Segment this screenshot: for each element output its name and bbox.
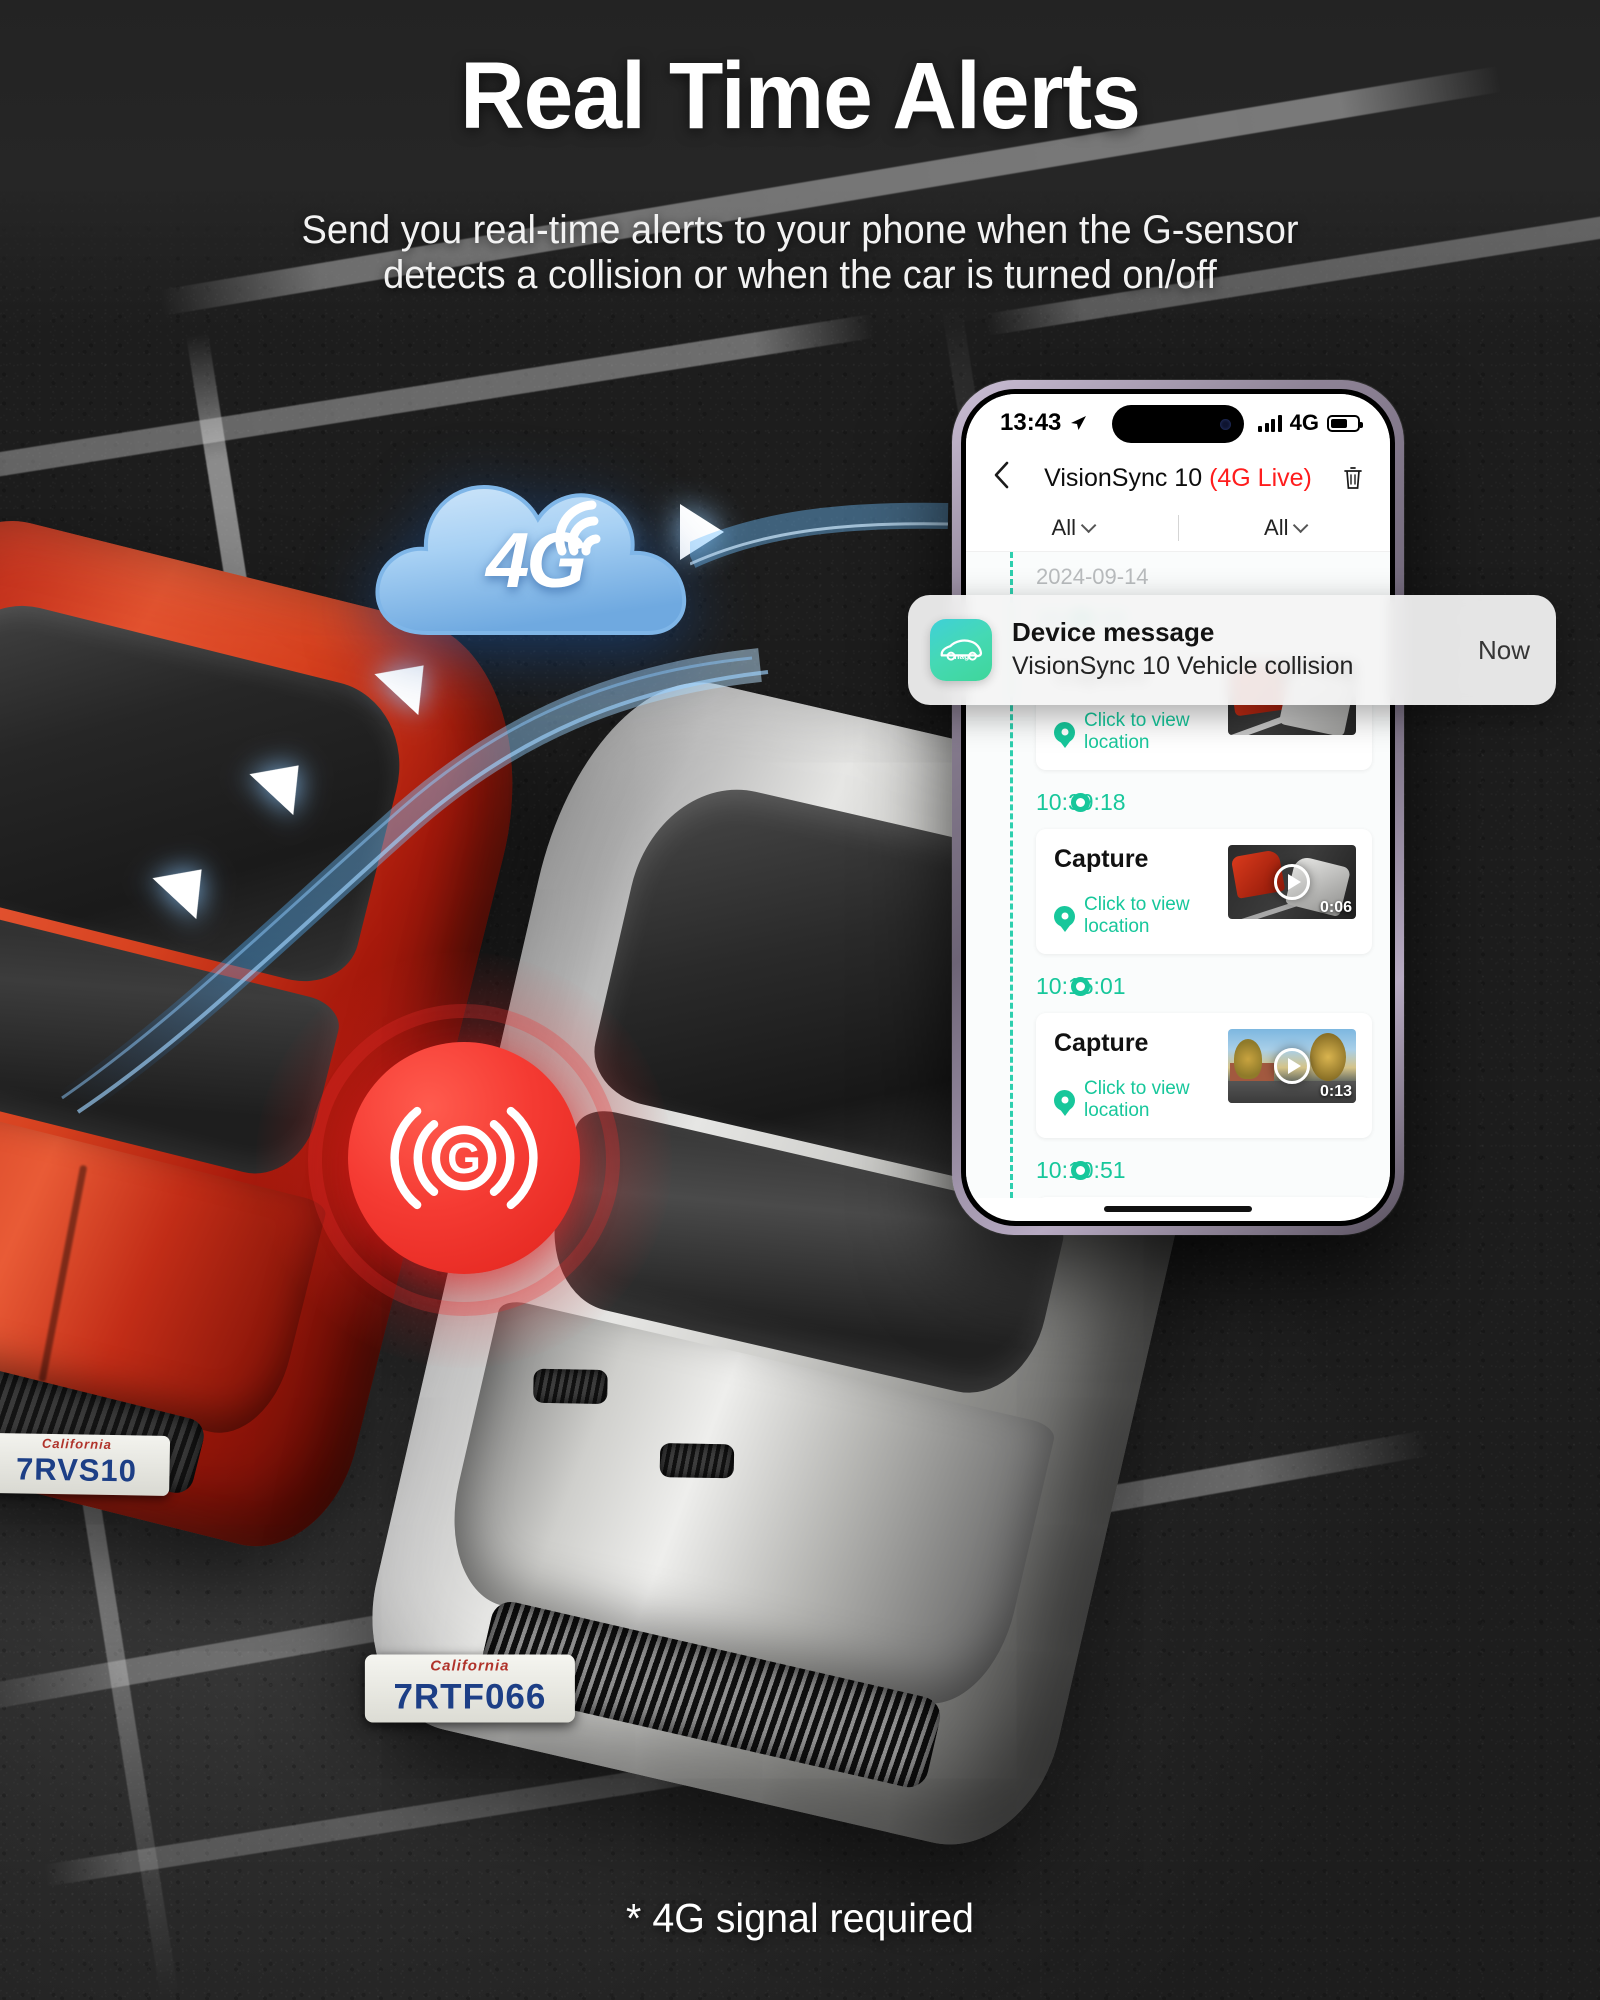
status-bar-left: 13:43 bbox=[1000, 409, 1088, 437]
play-button-icon[interactable] bbox=[1274, 1048, 1310, 1084]
video-duration-label: 0:13 bbox=[1319, 1083, 1352, 1100]
event-card[interactable]: Car ignition Click to view location bbox=[1036, 1197, 1372, 1198]
filter-type-label: All bbox=[1051, 514, 1076, 540]
wifi-signal-icon bbox=[555, 500, 601, 556]
event-type-label: Capture bbox=[1054, 845, 1149, 873]
location-pin-icon bbox=[1054, 721, 1075, 743]
svg-text:nag: nag bbox=[954, 651, 969, 661]
cellular-bars-icon bbox=[1258, 414, 1282, 432]
timeline-entry: 10:39:18 Capture Click to view location bbox=[966, 780, 1390, 954]
license-plate-state: California bbox=[430, 1657, 510, 1675]
timeline-timestamp-row: 10:10:51 bbox=[966, 1148, 1390, 1193]
status-bar: 13:43 4G bbox=[966, 394, 1390, 452]
filter-date-label: All bbox=[1264, 514, 1289, 540]
filter-date-dropdown[interactable]: All bbox=[1179, 515, 1391, 541]
silver-car-hood-vent bbox=[659, 1443, 735, 1479]
location-pin-icon bbox=[1054, 905, 1075, 927]
cloud-label: 4G bbox=[485, 516, 587, 604]
event-card[interactable]: Capture Click to view location bbox=[1036, 829, 1372, 954]
page-title-device: VisionSync 10 (4G Live) bbox=[1032, 464, 1324, 493]
subtitle-line-2: detects a collision or when the car is t… bbox=[383, 252, 1217, 297]
location-arrow-icon bbox=[1071, 416, 1087, 430]
silver-car-hood-vent bbox=[533, 1368, 608, 1404]
live-status-badge: (4G Live) bbox=[1209, 463, 1312, 492]
home-indicator bbox=[1104, 1206, 1252, 1212]
license-plate-number: 7RTF066 bbox=[393, 1677, 547, 1717]
page-subtitle: Send you real-time alerts to your phone … bbox=[40, 208, 1560, 298]
svg-text:G: G bbox=[447, 1135, 481, 1183]
toast-title: Device message bbox=[1012, 616, 1215, 647]
view-location-link[interactable]: Click to view location bbox=[1054, 1078, 1228, 1122]
timeline-entry: 10:15:01 Capture Click to view location bbox=[966, 964, 1390, 1138]
phone-bezel: 13:43 4G VisionSync 10 (4G Live) All All… bbox=[961, 389, 1395, 1226]
poster-canvas: Real Time Alerts Send you real-time aler… bbox=[0, 0, 1600, 2000]
timeline-dot-icon bbox=[1071, 1161, 1090, 1180]
red-car-license-plate: California 7RVS10 bbox=[0, 1432, 171, 1497]
location-pin-icon bbox=[1054, 1089, 1075, 1111]
front-camera-icon bbox=[1220, 418, 1231, 430]
toast-message: VisionSync 10 Vehicle collision bbox=[1012, 651, 1354, 680]
push-notification-toast[interactable]: nag Device message VisionSync 10 Vehicle… bbox=[908, 595, 1556, 705]
timeline-timestamp-row: 10:15:01 bbox=[966, 964, 1390, 1009]
event-type-label: Capture bbox=[1054, 1029, 1149, 1057]
battery-icon bbox=[1327, 414, 1363, 432]
event-card[interactable]: Capture Click to view location bbox=[1036, 1013, 1372, 1138]
license-plate-state: California bbox=[41, 1435, 113, 1453]
event-card-body: Capture Click to view location bbox=[1054, 845, 1228, 938]
cloud-4g-graphic: 4G bbox=[370, 455, 700, 655]
thumbnail-tree bbox=[1310, 1033, 1346, 1081]
app-nav-bar: VisionSync 10 (4G Live) bbox=[966, 452, 1390, 504]
play-button-icon[interactable] bbox=[1274, 864, 1310, 900]
g-sensor-badge: G bbox=[256, 952, 672, 1368]
silver-car-license-plate: California 7RTF066 bbox=[364, 1654, 575, 1723]
g-sensor-circle: G bbox=[348, 1042, 580, 1274]
car-glyph-icon: nag bbox=[940, 639, 983, 661]
back-button[interactable] bbox=[992, 460, 1032, 496]
view-location-link[interactable]: Click to view location bbox=[1054, 710, 1228, 754]
timeline-date-header: 2024-09-14 bbox=[1036, 564, 1149, 589]
toast-timestamp: Now bbox=[1477, 634, 1530, 665]
chevron-down-icon bbox=[1080, 517, 1097, 534]
footnote-text: * 4G signal required bbox=[626, 1895, 974, 1941]
phone-mockup: 13:43 4G VisionSync 10 (4G Live) All All… bbox=[952, 380, 1404, 1235]
chevron-left-icon bbox=[994, 461, 1009, 489]
view-location-label: Click to view location bbox=[1084, 1078, 1190, 1121]
page-title: Real Time Alerts bbox=[460, 43, 1141, 149]
timeline-entry: 10:10:51 Car ignition Click to view loca… bbox=[966, 1148, 1390, 1198]
device-name: VisionSync 10 bbox=[1044, 463, 1203, 492]
thumbnail-tree bbox=[1234, 1039, 1262, 1079]
view-location-label: Click to view location bbox=[1084, 710, 1190, 753]
view-location-label: Click to view location bbox=[1084, 894, 1190, 937]
filter-bar: All All bbox=[966, 504, 1390, 552]
subtitle-line-1: Send you real-time alerts to your phone … bbox=[301, 208, 1299, 252]
license-plate-number: 7RVS10 bbox=[15, 1451, 138, 1489]
timeline-dot-icon bbox=[1071, 977, 1090, 996]
data-stream-path-right bbox=[690, 502, 949, 568]
view-location-link[interactable]: Click to view location bbox=[1054, 894, 1228, 938]
event-thumbnail[interactable]: 0:13 bbox=[1228, 1029, 1356, 1103]
trash-icon bbox=[1344, 467, 1362, 489]
network-type-label: 4G bbox=[1289, 410, 1319, 435]
timeline-dot-icon bbox=[1071, 793, 1090, 812]
g-sensor-icon: G bbox=[390, 1106, 538, 1210]
chevron-down-icon bbox=[1293, 517, 1309, 534]
car-app-icon: nag bbox=[930, 619, 992, 681]
phone-screen: 13:43 4G VisionSync 10 (4G Live) All All… bbox=[966, 394, 1390, 1221]
status-bar-time: 13:43 bbox=[1000, 409, 1062, 436]
status-bar-right: 4G bbox=[1258, 410, 1363, 436]
video-duration-label: 0:06 bbox=[1319, 899, 1352, 916]
dynamic-island bbox=[1112, 405, 1244, 443]
toast-text-block: Device message VisionSync 10 Vehicle col… bbox=[1012, 616, 1458, 682]
delete-button[interactable] bbox=[1324, 465, 1364, 491]
timeline-timestamp-row: 10:39:18 bbox=[966, 780, 1390, 825]
event-thumbnail[interactable]: 0:06 bbox=[1228, 845, 1356, 919]
filter-type-dropdown[interactable]: All bbox=[966, 515, 1178, 541]
event-card-body: Capture Click to view location bbox=[1054, 1029, 1228, 1122]
